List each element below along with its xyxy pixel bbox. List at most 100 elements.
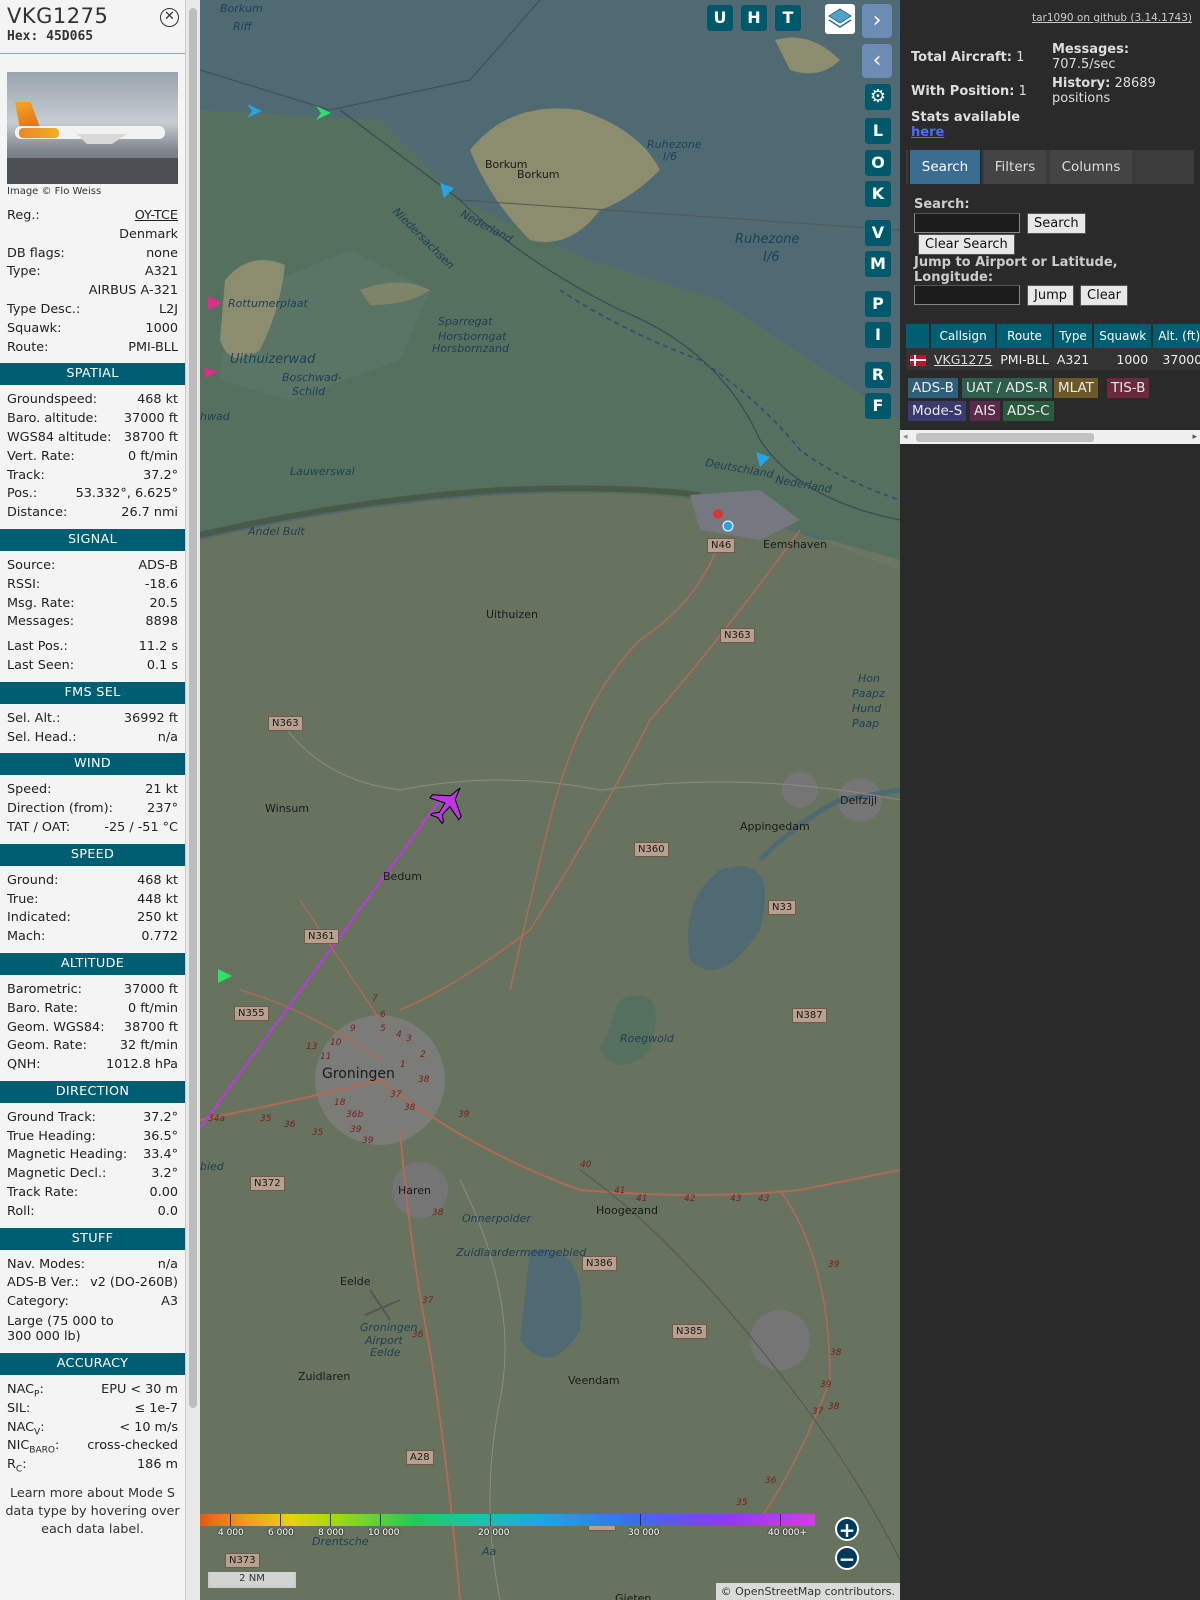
scroll-right-arrow-icon[interactable]: ▸	[1192, 430, 1197, 444]
altitude-tick-label: 8 000	[318, 1528, 344, 1538]
info-row-value: 250 kt	[137, 910, 178, 926]
label-suffix: :	[39, 1382, 44, 1398]
map-place-label: Andel Bult	[248, 525, 305, 538]
info-scrollbar-thumb[interactable]	[189, 8, 197, 1408]
info-row-value: n/a	[157, 729, 178, 745]
map-place-label: Bedum	[383, 870, 422, 883]
aircraft-photo[interactable]	[7, 72, 178, 184]
section-header-accuracy: ACCURACY	[0, 1353, 185, 1376]
info-row-value: -18.6	[144, 576, 178, 592]
info-row-value: 0 ft/min	[128, 1000, 178, 1016]
button-h[interactable]: H	[741, 5, 767, 31]
info-row: Denmark	[0, 226, 185, 245]
info-row: DB flags: none	[0, 245, 185, 264]
callsign-link[interactable]: VKG1275	[934, 352, 992, 367]
info-scrollbar[interactable]	[185, 0, 200, 1600]
source-badge-ads-c[interactable]: ADS-C	[1003, 401, 1054, 421]
road-sign: N360	[634, 842, 669, 857]
button-i[interactable]: I	[865, 322, 891, 348]
info-row-value: ≤ 1e-7	[134, 1400, 178, 1416]
info-row: Groundspeed: 468 kt	[0, 391, 185, 410]
scroll-left-arrow-icon[interactable]: ◂	[903, 430, 908, 444]
button-v[interactable]: V	[865, 220, 891, 246]
button-u[interactable]: U	[707, 5, 733, 31]
button-t[interactable]: T	[775, 5, 801, 31]
info-row-label: QNH:	[7, 1057, 41, 1073]
info-row-value: 237°	[147, 801, 178, 817]
table-header-row: CallsignRouteTypeSquawkAlt. (ft)S	[906, 324, 1200, 348]
jump-button[interactable]: Jump	[1027, 285, 1074, 306]
junction-number: 5	[380, 1024, 386, 1034]
road-sign: N33	[768, 900, 797, 915]
road-sign: N387	[792, 1008, 827, 1023]
info-row-label: Reg.:	[7, 208, 40, 223]
type-cell: A321	[1052, 348, 1094, 370]
info-row-value: 26.7 nmi	[121, 505, 178, 521]
button-f[interactable]: F	[865, 393, 891, 419]
clear-button[interactable]: Clear	[1080, 285, 1128, 306]
jump-input[interactable]	[914, 285, 1020, 305]
column-header[interactable]: Callsign	[930, 324, 998, 348]
source-badge-tis-b[interactable]: TIS-B	[1107, 378, 1150, 398]
osm-link[interactable]: OpenStreetMap	[735, 1585, 821, 1598]
column-header[interactable]: Route	[996, 324, 1054, 348]
info-row-label: Large (75 000 to 300 000 lb)	[7, 1314, 114, 1345]
button-k[interactable]: K	[865, 181, 891, 207]
stats-here-link[interactable]: here	[911, 125, 944, 140]
tab-filters[interactable]: Filters	[984, 150, 1046, 184]
map-place-label: hwad	[200, 410, 230, 423]
button-o[interactable]: O	[865, 150, 891, 176]
info-row-label: Magnetic Heading:	[7, 1147, 128, 1163]
table-hscrollbar[interactable]: ◂ ▸	[900, 430, 1200, 444]
info-row-label: Sel. Head.:	[7, 729, 77, 745]
junction-number: 11	[320, 1052, 332, 1062]
altitude-tick-label: 6 000	[268, 1528, 294, 1538]
info-row-label: Pos.:	[7, 486, 38, 502]
source-badge-mode-s[interactable]: Mode-S	[908, 401, 967, 421]
source-badge-ais[interactable]: AIS	[970, 401, 1000, 421]
info-row: Baro. altitude: 37000 ft	[0, 410, 185, 429]
button-r[interactable]: R	[865, 362, 891, 388]
registration-link[interactable]: OY-TCE	[135, 207, 178, 226]
column-header[interactable]	[906, 324, 931, 348]
info-row-value: 37.2°	[143, 467, 178, 483]
info-row: Type Desc.: L2J	[0, 301, 185, 320]
source-badge-mlat[interactable]: MLAT	[1054, 378, 1098, 398]
map[interactable]: Borkum Riff Borkum Borkum Ruhezone I/6 Ruhezon…	[200, 0, 900, 1600]
info-row: Magnetic Heading: 33.4°	[0, 1146, 185, 1165]
junction-number: 3	[406, 1034, 412, 1044]
callsign-cell[interactable]: VKG1275	[930, 348, 997, 370]
chevron-left-icon[interactable]: ‹	[862, 44, 892, 78]
junction-number: 36	[412, 1330, 424, 1340]
button-m[interactable]: M	[865, 251, 891, 277]
settings-gear-icon[interactable]: ⚙	[865, 84, 891, 110]
zoom-in-button[interactable]: +	[835, 1517, 859, 1541]
column-header[interactable]: Type	[1052, 324, 1095, 348]
source-badge-uat-ads-r[interactable]: UAT / ADS-R	[962, 378, 1052, 398]
zoom-out-button[interactable]: −	[835, 1546, 859, 1570]
tab-search[interactable]: Search	[908, 148, 982, 186]
tab-columns[interactable]: Columns	[1050, 150, 1132, 184]
attribution-suffix: contributors.	[821, 1585, 895, 1598]
chevron-right-icon[interactable]: ›	[862, 4, 892, 38]
table-hscrollbar-thumb[interactable]	[916, 433, 1094, 442]
column-header[interactable]: Squawk	[1093, 324, 1154, 348]
clear-search-button[interactable]: Clear Search	[918, 234, 1015, 255]
info-row-label: Sel. Alt.:	[7, 710, 61, 726]
github-link[interactable]: tar1090 on github (3.14.1743)	[1032, 12, 1192, 24]
source-badge-ads-b[interactable]: ADS-B	[908, 378, 958, 398]
layers-icon[interactable]	[825, 4, 855, 34]
close-icon[interactable]: ✕	[160, 8, 179, 27]
table-row[interactable]: VKG1275 PMI-BLL A321 1000 37000	[906, 348, 1200, 370]
map-place-label: Eelde	[340, 1275, 371, 1288]
info-row-label: True:	[7, 891, 39, 907]
button-p[interactable]: P	[865, 291, 891, 317]
search-button[interactable]: Search	[1027, 213, 1086, 234]
search-input[interactable]	[914, 213, 1020, 233]
jump-label: Jump to Airport or Latitude, Longitude:	[914, 255, 1118, 285]
button-l[interactable]: L	[865, 118, 891, 144]
info-row-label: Geom. WGS84:	[7, 1019, 105, 1035]
info-row-label: Source:	[7, 557, 56, 573]
column-header[interactable]: Alt. (ft)	[1152, 324, 1200, 348]
map-place-label: Borkum	[517, 168, 560, 181]
